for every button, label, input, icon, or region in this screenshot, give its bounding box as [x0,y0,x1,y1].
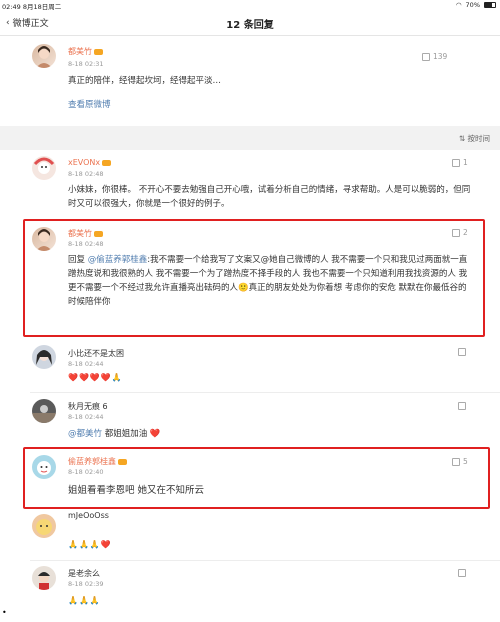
original-time: 8-18 02:31 [68,60,104,68]
comment-time: 8-18 02:44 [68,360,104,368]
avatar[interactable] [32,156,56,180]
sort-by-time-button[interactable]: ⇅ 按时间 [459,133,490,144]
comment-time: 8-18 02:40 [68,468,104,476]
avatar-face-icon [36,519,52,535]
nav-bar: ‹ 微博正文 12 条回复 [0,10,500,36]
avatar[interactable] [32,345,56,369]
avatar[interactable] [32,227,56,251]
thumbs-up-icon [452,158,460,167]
thumbs-up-icon [458,348,466,356]
like-button[interactable] [458,348,466,356]
comment-username[interactable]: mJeOoOss [68,511,109,520]
comment-text: 回复 @偷蓝养郭桂鑫:我不需要一个给我写了文案又@她自己微博的人 我不需要一个只… [68,255,468,307]
comment-username[interactable]: xEVONx [68,158,112,167]
stray-dot: • [2,608,7,617]
comment-time: 8-18 02:48 [68,170,104,178]
comment-username[interactable]: 小比还不是太困 [68,348,124,359]
comment-time: 8-18 02:39 [68,580,104,588]
sort-bar: ⇅ 按时间 [0,126,500,150]
avatar-face-icon [32,405,56,423]
battery-percent: 70% [465,1,480,9]
view-original-link[interactable]: 查看原微博 [68,98,111,112]
thumbs-up-icon [452,457,460,466]
comment-time: 8-18 02:48 [68,240,104,248]
comment-emojis: 🙏🙏🙏 [68,596,101,605]
wifi-icon: ◠ [455,1,462,9]
comment-text: @都美竹 都姐姐加油 ❤️ [68,429,161,439]
avatar[interactable] [32,44,56,68]
like-button[interactable] [458,569,466,577]
thumbs-up-icon [458,569,466,577]
comment-username[interactable]: 秋月无痕 6 [68,401,108,412]
smile-emoji: 🙂 [238,283,249,293]
divider [30,560,500,561]
comment-text: 小妹妹，你很棒。 不开心不要去勉强自己开心哦，试着分析自己的情绪，寻求帮助。人是… [68,185,471,209]
avatar[interactable] [32,566,56,590]
divider [30,392,500,393]
like-button[interactable]: 139 [422,52,447,61]
avatar-face-icon [36,350,52,365]
avatar-face-icon [37,461,51,475]
avatar[interactable] [32,399,56,423]
vip-crown-icon [94,48,103,55]
avatar-face-icon [36,46,52,68]
mention-link[interactable]: @都美竹 [68,429,102,439]
comment-text: 姐姐看看李恩吧 她又在不知所云 [68,485,205,496]
sort-icon: ⇅ [458,134,466,143]
vip-crown-icon [94,230,103,237]
battery-icon [484,2,496,8]
thumbs-up-icon [458,402,466,410]
avatar[interactable] [32,455,56,479]
avatar-face-icon [38,572,50,590]
original-text: 真正的陪伴，经得起坎坷，经得起平淡… [68,76,222,86]
mention-link[interactable]: @偷蓝养郭桂鑫 [88,255,148,265]
thumbs-up-icon [452,228,460,237]
avatar-face-icon [33,157,55,174]
like-button[interactable]: 2 [452,228,468,237]
page-title: 12 条回复 [226,20,274,31]
vip-crown-icon [102,159,112,166]
heart-emoji: ❤️ [149,429,161,439]
original-username[interactable]: 都美竹 [68,46,103,57]
thumbs-up-icon [422,52,430,61]
comment-username[interactable]: 偷蓝养郭桂鑫 [68,456,127,467]
vip-crown-icon [118,458,127,465]
status-bar: 02:49 8月18日周二 ◠ 70% [0,0,500,11]
like-button[interactable] [458,402,466,410]
like-button[interactable]: 1 [452,158,468,167]
comment-emojis: ❤️❤️❤️❤️🙏 [68,373,123,382]
comment-time: 8-18 02:44 [68,413,104,421]
avatar[interactable] [32,514,56,538]
comment-username[interactable]: 是老余么 [68,568,100,579]
comment-emojis: 🙏🙏🙏❤️ [68,540,112,549]
avatar-face-icon [36,229,52,251]
comment-username[interactable]: 都美竹 [68,228,103,239]
like-button[interactable]: 5 [452,457,468,466]
